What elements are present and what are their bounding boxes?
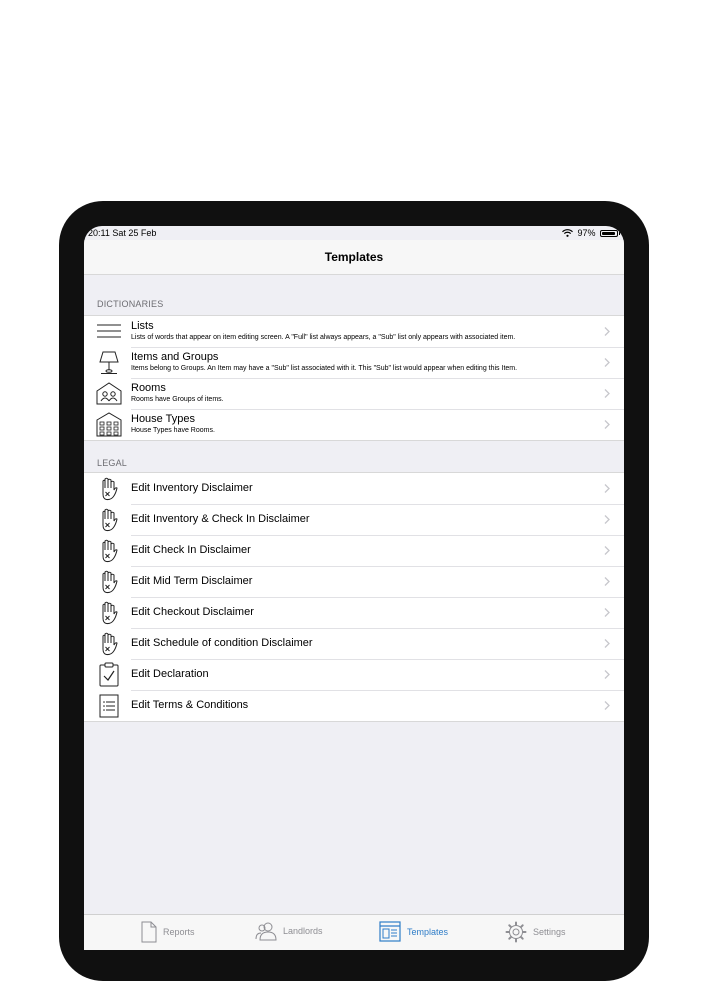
clipboard-check-icon — [99, 662, 119, 687]
row-title: Edit Mid Term Disclaimer — [131, 575, 253, 587]
hand-x-icon — [102, 570, 118, 594]
section-header-legal: LEGAL — [97, 458, 128, 468]
tab-bar: Reports Landlords Templates Settings — [84, 914, 624, 950]
row-title: Edit Checkout Disclaimer — [131, 606, 254, 618]
lamp-icon — [99, 351, 119, 374]
battery-icon — [599, 229, 618, 237]
gear-icon — [505, 921, 527, 943]
tab-settings[interactable]: Settings — [505, 921, 566, 943]
chevron-right-icon — [604, 608, 610, 617]
legal-group: Edit Inventory Disclaimer Edit Inventory… — [84, 472, 624, 722]
row-house-types[interactable]: House Types House Types have Rooms. — [84, 409, 624, 440]
row-edit-check-in-disclaimer[interactable]: Edit Check In Disclaimer — [84, 535, 624, 566]
document-icon — [141, 921, 157, 943]
row-edit-mid-term-disclaimer[interactable]: Edit Mid Term Disclaimer — [84, 566, 624, 597]
row-rooms[interactable]: Rooms Rooms have Groups of items. — [84, 378, 624, 409]
wifi-icon — [562, 229, 574, 237]
chevron-right-icon — [604, 701, 610, 710]
dictionaries-group: Lists Lists of words that appear on item… — [84, 315, 624, 441]
tab-label: Reports — [163, 927, 195, 937]
battery-percent: 97% — [577, 228, 596, 238]
row-edit-checkout-disclaimer[interactable]: Edit Checkout Disclaimer — [84, 597, 624, 628]
status-right: 97% — [562, 228, 620, 238]
chevron-right-icon — [604, 327, 610, 336]
tab-landlords[interactable]: Landlords — [255, 921, 323, 941]
chevron-right-icon — [604, 358, 610, 367]
room-people-icon — [96, 382, 122, 405]
section-header-dictionaries: DICTIONARIES — [97, 299, 164, 309]
chevron-right-icon — [604, 639, 610, 648]
row-lists[interactable]: Lists Lists of words that appear on item… — [84, 316, 624, 347]
status-bar: 20:11 Sat 25 Feb 97% — [84, 226, 624, 240]
hand-x-icon — [102, 508, 118, 532]
tab-reports[interactable]: Reports — [141, 921, 195, 943]
row-title: Edit Check In Disclaimer — [131, 544, 251, 556]
chevron-right-icon — [604, 484, 610, 493]
navigation-bar: Templates — [84, 240, 624, 275]
chevron-right-icon — [604, 515, 610, 524]
row-title: House Types — [131, 413, 196, 425]
document-list-icon — [99, 694, 119, 718]
list-lines-icon — [97, 324, 121, 338]
tab-label: Templates — [407, 926, 449, 937]
row-subtitle: Rooms have Groups of items. — [131, 396, 224, 403]
row-edit-inventory-disclaimer[interactable]: Edit Inventory Disclaimer — [84, 473, 624, 504]
tab-templates[interactable]: Templates — [379, 921, 448, 942]
row-title: Items and Groups — [131, 351, 219, 363]
row-subtitle: House Types have Rooms. — [131, 427, 215, 434]
row-items-and-groups[interactable]: Items and Groups Items belong to Groups.… — [84, 347, 624, 378]
row-title: Edit Terms & Conditions — [131, 699, 249, 711]
row-edit-schedule-of-condition-disclaimer[interactable]: Edit Schedule of condition Disclaimer — [84, 628, 624, 659]
row-title: Rooms — [131, 382, 166, 394]
row-edit-declaration[interactable]: Edit Declaration — [84, 659, 624, 690]
page-title: Templates — [324, 250, 384, 264]
building-icon — [96, 412, 122, 437]
status-time-date: 20:11 Sat 25 Feb — [88, 228, 157, 238]
row-subtitle: Items belong to Groups. An Item may have… — [131, 365, 518, 372]
tab-label: Settings — [533, 927, 566, 937]
row-title: Edit Inventory & Check In Disclaimer — [131, 513, 310, 525]
hand-x-icon — [102, 539, 118, 563]
people-icon — [255, 922, 277, 941]
hand-x-icon — [102, 601, 118, 625]
row-subtitle: Lists of words that appear on item editi… — [131, 334, 516, 341]
row-title: Edit Inventory Disclaimer — [131, 482, 253, 494]
row-title: Lists — [131, 320, 154, 332]
chevron-right-icon — [604, 546, 610, 555]
row-title: Edit Schedule of condition Disclaimer — [131, 637, 313, 649]
row-title: Edit Declaration — [131, 668, 209, 680]
tab-label: Landlords — [283, 926, 323, 936]
chevron-right-icon — [604, 389, 610, 398]
chevron-right-icon — [604, 577, 610, 586]
battery-tip — [618, 231, 620, 235]
chevron-right-icon — [604, 420, 610, 429]
row-edit-inventory-check-in-disclaimer[interactable]: Edit Inventory & Check In Disclaimer — [84, 504, 624, 535]
battery-fill — [601, 231, 616, 235]
row-edit-terms-and-conditions[interactable]: Edit Terms & Conditions — [84, 690, 624, 721]
hand-x-icon — [102, 477, 118, 501]
hand-x-icon — [102, 632, 118, 656]
template-icon — [379, 921, 401, 942]
chevron-right-icon — [604, 670, 610, 679]
screen: 20:11 Sat 25 Feb 97% Templates DICTIONAR… — [84, 226, 624, 950]
